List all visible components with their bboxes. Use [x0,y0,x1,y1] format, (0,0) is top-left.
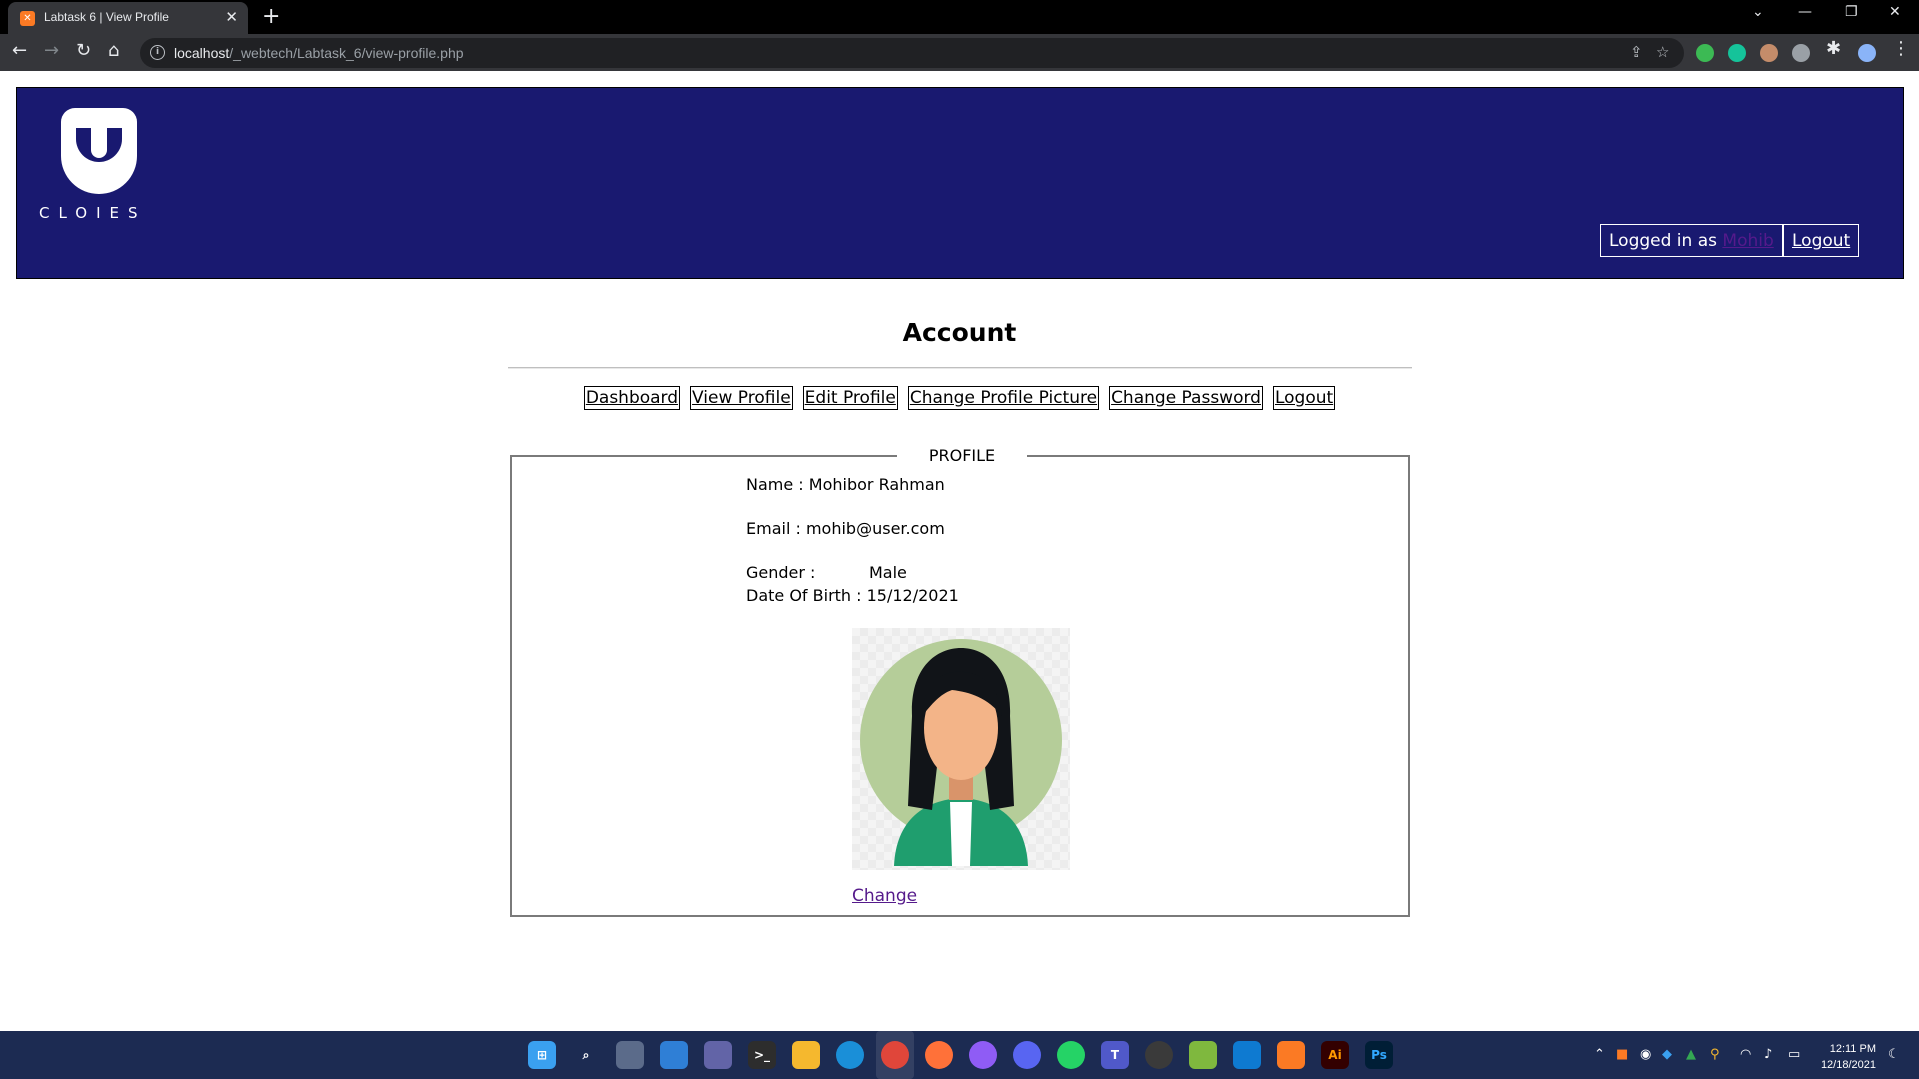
menu-change-profile-picture[interactable]: Change Profile Picture [907,386,1100,410]
extension-icon[interactable] [1760,44,1778,62]
restore-icon[interactable]: ❐ [1845,4,1858,20]
bookmark-star-icon[interactable]: ☆ [1656,43,1669,61]
xampp-tray-icon[interactable]: ■ [1616,1047,1628,1062]
drive-tray-icon[interactable]: ▲ [1686,1047,1696,1062]
forward-icon[interactable]: → [44,40,59,61]
email-value: mohib@user.com [805,519,945,538]
chat-icon[interactable] [704,1041,732,1069]
menu-logout[interactable]: Logout [1272,386,1336,410]
dob-label: Date Of Birth : [746,586,862,605]
back-icon[interactable]: ← [12,40,27,61]
email-row: Email : mohib@user.com [746,519,945,538]
discord-icon[interactable] [1013,1041,1041,1069]
grammarly-icon[interactable] [1728,44,1746,62]
header-logout-box[interactable]: Logout [1783,224,1860,257]
avatar-image [860,639,1062,866]
xampp-taskbar-icon[interactable] [1277,1041,1305,1069]
edge-icon[interactable] [836,1041,864,1069]
gender-label: Gender : [746,563,816,582]
dob-row: Date Of Birth : 15/12/2021 [746,586,959,605]
wifi-icon[interactable]: ◠ [1740,1047,1751,1062]
puzzle-icon[interactable]: ✱ [1826,38,1841,59]
menu-view-profile[interactable]: View Profile [690,386,793,410]
home-icon[interactable]: ⌂ [108,40,119,61]
illustrator-icon[interactable]: Ai [1321,1041,1349,1069]
discord-tray-icon[interactable]: ◉ [1640,1047,1651,1062]
menu-change-password[interactable]: Change Password [1109,386,1263,410]
file-explorer-icon[interactable] [792,1041,820,1069]
chrome-icon[interactable] [881,1041,909,1069]
browser-toolbar: ← → ↻ ⌂ i localhost/_webtech/Labtask_6/v… [0,34,1919,71]
profile-legend: PROFILE [897,446,1027,465]
tab-title: Labtask 6 | View Profile [44,10,169,24]
header-logout-link[interactable]: Logout [1792,231,1850,251]
logged-in-label: Logged in as [1609,231,1717,251]
reload-icon[interactable]: ↻ [76,40,91,61]
teams-icon[interactable]: T [1101,1041,1129,1069]
shield-extension-icon[interactable] [1696,44,1714,62]
battery-icon[interactable]: ▭ [1788,1047,1800,1062]
menu-dots-icon[interactable]: ⋮ [1892,38,1910,59]
info-icon[interactable]: i [150,45,165,60]
volume-icon[interactable]: ♪ [1764,1047,1772,1062]
minimize-icon[interactable]: — [1798,4,1812,20]
menu-dashboard[interactable]: Dashboard [583,386,681,410]
name-row: Name : Mohibor Rahman [746,475,945,494]
whatsapp-icon[interactable] [1057,1041,1085,1069]
divider [508,367,1412,369]
share-icon[interactable]: ⇪ [1630,43,1643,61]
tab-search-icon[interactable]: ⌄ [1752,4,1764,20]
name-label: Name : [746,475,804,494]
obs-icon[interactable] [1145,1041,1173,1069]
search-tray-icon[interactable]: ⚲ [1710,1047,1720,1062]
photoshop-icon[interactable]: Ps [1365,1041,1393,1069]
site-logo: CLOIES [39,108,159,228]
female-avatar-icon [852,628,1070,870]
messenger-icon[interactable] [969,1041,997,1069]
xampp-icon: ✕ [20,11,35,26]
new-tab-icon[interactable]: + [262,4,280,29]
search-icon[interactable]: ⌕ [572,1041,600,1069]
browser-tab-bar: ✕ Labtask 6 | View Profile ✕ + ⌄ — ❐ ✕ [0,0,1919,34]
close-tab-icon[interactable]: ✕ [225,8,238,26]
widgets-icon[interactable] [660,1041,688,1069]
logged-in-box: Logged in as Mohib [1600,224,1783,257]
logo-icon [61,108,137,194]
change-picture-link[interactable]: Change [852,886,917,906]
page-title: Account [902,318,1017,347]
address-bar[interactable]: i localhost/_webtech/Labtask_6/view-prof… [140,38,1684,68]
close-window-icon[interactable]: ✕ [1889,4,1901,20]
terminal-icon[interactable]: >_ [748,1041,776,1069]
chevron-up-icon[interactable]: ⌃ [1594,1047,1605,1062]
name-value: Mohibor Rahman [808,475,945,494]
clock-date[interactable]: 12/18/2021 [1800,1059,1876,1071]
gender-value: Male [869,563,907,582]
email-label: Email : [746,519,801,538]
menu-edit-profile[interactable]: Edit Profile [802,386,898,410]
notification-icon[interactable]: ☾ [1888,1047,1900,1062]
cloud-extension-icon[interactable] [1792,44,1810,62]
dob-value: 15/12/2021 [866,586,959,605]
username-link[interactable]: Mohib [1722,231,1773,251]
url-text[interactable]: localhost/_webtech/Labtask_6/view-profil… [174,45,464,61]
logo-text: CLOIES [39,204,147,222]
clock-time[interactable]: 12:11 PM [1800,1043,1876,1055]
profile-fieldset: PROFILE Name : Mohibor Rahman Email : mo… [510,446,1410,917]
browser-tab[interactable]: ✕ Labtask 6 | View Profile ✕ [8,2,248,34]
notepad-icon[interactable] [1189,1041,1217,1069]
site-header: CLOIES Logged in as Mohib Logout [16,87,1904,279]
defender-tray-icon[interactable]: ◆ [1662,1047,1672,1062]
firefox-icon[interactable] [925,1041,953,1069]
windows-start-icon[interactable]: ⊞ [528,1041,556,1069]
windows-taskbar: ⊞ ⌕ >_ T Ai Ps ⌃ ■ ◉ ◆ ▲ ⚲ ◠ ♪ ▭ 12:11 P… [0,1031,1919,1079]
account-menu: Dashboard View Profile Edit Profile Change … [0,386,1919,410]
vscode-icon[interactable] [1233,1041,1261,1069]
profile-avatar-icon[interactable] [1858,44,1876,62]
task-view-icon[interactable] [616,1041,644,1069]
